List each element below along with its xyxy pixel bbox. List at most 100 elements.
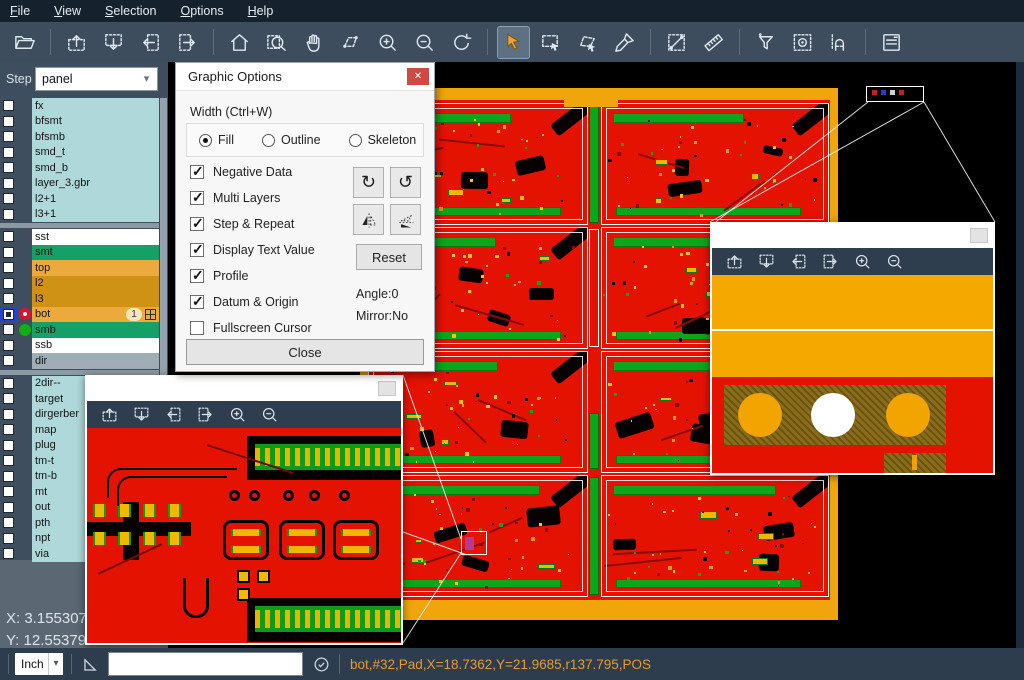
chevron-down-icon[interactable]: ▾ <box>139 72 154 87</box>
layer-row-sst[interactable]: sst <box>0 229 159 245</box>
checkbox-profile[interactable]: Profile <box>190 263 315 289</box>
magnifier-left-titlebar[interactable] <box>87 377 401 401</box>
angle-mode-icon[interactable] <box>80 654 100 674</box>
step-repeat-grid-icon[interactable] <box>145 309 156 320</box>
pan-hand-button[interactable] <box>298 27 329 58</box>
layer-checkbox[interactable] <box>3 440 14 451</box>
checkbox-step-repeat[interactable]: Step & Repeat <box>190 211 315 237</box>
layer-checkbox[interactable] <box>3 162 14 173</box>
checkbox-box[interactable] <box>190 243 204 257</box>
layer-row-smt[interactable]: smt <box>0 245 159 261</box>
menu-item-selection[interactable]: Selection <box>105 4 156 18</box>
checkbox-datum-origin[interactable]: Datum & Origin <box>190 289 315 315</box>
layer-checkbox[interactable] <box>3 502 14 513</box>
layer-checkbox[interactable] <box>3 193 14 204</box>
filter-button[interactable] <box>750 27 781 58</box>
zoom-out-button[interactable] <box>881 250 907 274</box>
rotate-ccw-button[interactable]: ↺ <box>390 167 421 198</box>
checkbox-box[interactable] <box>190 321 204 335</box>
move-down-button[interactable] <box>128 403 154 427</box>
layer-checkbox[interactable] <box>3 209 14 220</box>
apply-check-icon[interactable] <box>311 654 331 674</box>
move-left-button[interactable] <box>135 27 166 58</box>
move-right-button[interactable] <box>192 403 218 427</box>
layer-checkbox[interactable] <box>3 340 14 351</box>
layer-row-bfsmt[interactable]: bfsmt <box>0 114 159 130</box>
layer-row-smd_t[interactable]: smd_t <box>0 145 159 161</box>
layer-checkbox[interactable] <box>3 309 14 320</box>
layer-row-l2+1[interactable]: l2+1 <box>0 191 159 207</box>
checkbox-box[interactable] <box>190 295 204 309</box>
layer-checkbox[interactable] <box>3 247 14 258</box>
layer-row-dir[interactable]: dir <box>0 353 159 369</box>
checkbox-box[interactable] <box>190 191 204 205</box>
menu-item-file[interactable]: File <box>10 4 30 18</box>
move-left-button[interactable] <box>160 403 186 427</box>
radio-outline[interactable]: Outline <box>262 133 321 147</box>
move-up-button[interactable] <box>96 403 122 427</box>
layer-checkbox[interactable] <box>3 409 14 420</box>
magnifier-right-close-icon[interactable] <box>970 228 988 243</box>
layer-checkbox[interactable] <box>3 231 14 242</box>
layer-row-smb[interactable]: smb <box>0 322 159 338</box>
step-select[interactable]: panel ▾ <box>35 67 158 91</box>
zoom-out-button[interactable] <box>409 27 440 58</box>
layer-checkbox[interactable] <box>3 517 14 528</box>
menu-item-options[interactable]: Options <box>180 4 223 18</box>
checkbox-box[interactable] <box>190 165 204 179</box>
flip-vertical-button[interactable] <box>390 204 421 235</box>
checkbox-box[interactable] <box>190 217 204 231</box>
ruler-button[interactable] <box>698 27 729 58</box>
layer-checkbox[interactable] <box>3 278 14 289</box>
layer-checkbox[interactable] <box>3 116 14 127</box>
checkbox-negative-data[interactable]: Negative Data <box>190 159 315 185</box>
unit-select[interactable]: Inch ▾ <box>15 653 63 675</box>
move-down-button[interactable] <box>753 250 779 274</box>
move-left-button[interactable] <box>785 250 811 274</box>
dialog-title[interactable]: Graphic Options <box>176 63 434 91</box>
clean-brush-button[interactable] <box>609 27 640 58</box>
layer-checkbox[interactable] <box>3 262 14 273</box>
menu-item-view[interactable]: View <box>54 4 81 18</box>
close-icon[interactable]: ✕ <box>407 68 429 85</box>
layer-row-layer_3.gbr[interactable]: layer_3.gbr <box>0 176 159 192</box>
select-cursor-button[interactable] <box>498 27 529 58</box>
dialog-close-button[interactable]: Close <box>186 339 424 365</box>
move-down-button[interactable] <box>98 27 129 58</box>
view-options-button[interactable] <box>787 27 818 58</box>
layer-row-bfsmb[interactable]: bfsmb <box>0 129 159 145</box>
snap-magnet-button[interactable] <box>824 27 855 58</box>
radio-skeleton[interactable]: Skeleton <box>349 133 417 147</box>
select-polygon-button[interactable] <box>572 27 603 58</box>
move-right-button[interactable] <box>172 27 203 58</box>
open-folder-button[interactable] <box>9 27 40 58</box>
layer-checkbox[interactable] <box>3 178 14 189</box>
layer-checkbox[interactable] <box>3 378 14 389</box>
checkbox-fullscreen-cursor[interactable]: Fullscreen Cursor <box>190 315 315 341</box>
zoom-previous-button[interactable] <box>446 27 477 58</box>
magnifier-left-close-icon[interactable] <box>378 381 396 396</box>
move-up-button[interactable] <box>61 27 92 58</box>
flip-horizontal-button[interactable] <box>353 204 384 235</box>
layer-checkbox[interactable] <box>3 355 14 366</box>
layer-checkbox[interactable] <box>3 424 14 435</box>
layer-checkbox[interactable] <box>3 324 14 335</box>
layer-row-bot[interactable]: bot1 <box>0 307 159 323</box>
home-button[interactable] <box>224 27 255 58</box>
radio-fill[interactable]: Fill <box>199 133 234 147</box>
zoom-area-button[interactable] <box>261 27 292 58</box>
layer-checkbox[interactable] <box>3 548 14 559</box>
layer-checkbox[interactable] <box>3 100 14 111</box>
select-rect-button[interactable] <box>535 27 566 58</box>
layer-checkbox[interactable] <box>3 293 14 304</box>
layer-checkbox[interactable] <box>3 533 14 544</box>
layer-checkbox[interactable] <box>3 131 14 142</box>
command-input[interactable] <box>108 652 303 676</box>
layer-row-top[interactable]: top <box>0 260 159 276</box>
magnifier-right-titlebar[interactable] <box>712 224 993 248</box>
layer-checkbox[interactable] <box>3 471 14 482</box>
move-right-button[interactable] <box>817 250 843 274</box>
layer-row-l3+1[interactable]: l3+1 <box>0 207 159 223</box>
zoom-out-button[interactable] <box>256 403 282 427</box>
rotate-cw-button[interactable]: ↻ <box>353 167 384 198</box>
